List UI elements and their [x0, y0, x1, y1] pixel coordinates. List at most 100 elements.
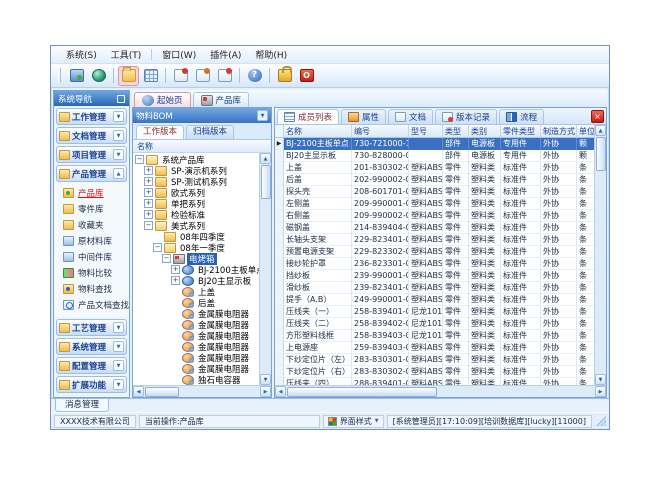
table-row[interactable]: 下纱定位片（右）283-830302-00E塑料ABS零件塑料类标准件外协条: [275, 366, 594, 378]
column-header[interactable]: 型号: [409, 125, 443, 138]
table-row[interactable]: 压线夹（四）288-839401-00E塑料ABS零件塑料类标准件外协条: [275, 378, 594, 385]
menu-item-tools[interactable]: 工具(T): [104, 47, 149, 62]
tree-node[interactable]: 独石电容器: [133, 374, 259, 385]
scroll-down-icon[interactable]: ▼: [595, 374, 606, 385]
tree-node[interactable]: 08年四季度: [133, 231, 259, 242]
nav-section-project[interactable]: 项目管理▼: [56, 146, 127, 163]
expand-toggle-icon[interactable]: +: [171, 265, 180, 274]
table-horizontal-scrollbar[interactable]: ◀ ▶: [275, 385, 606, 397]
table-row[interactable]: 右侧盖209-990002-01E塑料ABS零件塑料类标准件外协条: [275, 210, 594, 222]
collapse-toggle-icon[interactable]: −: [153, 243, 162, 252]
nav-section-process[interactable]: 工艺管理▼: [56, 319, 127, 336]
nav-item-material-search[interactable]: 物料查找: [54, 281, 129, 297]
client-monitor-button[interactable]: [67, 67, 86, 85]
table-row[interactable]: 下纱定位片（左）283-830301-00E塑料ABS零件塑料类标准件外协条: [275, 354, 594, 366]
table-row[interactable]: 挡纱板239-990001-01E塑料ABS零件塑料类标准件外协条: [275, 270, 594, 282]
table-row[interactable]: 方形塑料线框258-839403-00E尼龙1010零件塑料类标准件外协条: [275, 330, 594, 342]
globe-button[interactable]: [89, 67, 108, 85]
chevron-down-icon[interactable]: ▼: [113, 341, 124, 352]
table-vertical-scrollbar[interactable]: ▲ ▼: [594, 125, 606, 385]
tree-node[interactable]: −系统产品库: [133, 154, 259, 165]
table-row[interactable]: 压线夹（二）258-839402-00E尼龙1010零件塑料类标准件外协条: [275, 318, 594, 330]
expand-toggle-icon[interactable]: +: [144, 166, 153, 175]
toolbar-grip[interactable]: [58, 68, 61, 83]
scroll-up-icon[interactable]: ▲: [260, 153, 271, 164]
scroll-right-icon[interactable]: ▶: [595, 386, 606, 397]
report-delete-button[interactable]: [215, 67, 234, 85]
table-row[interactable]: 上盖201-830302-00E塑料ABS零件塑料类标准件外协条: [275, 162, 594, 174]
help-button[interactable]: ?: [245, 67, 264, 85]
report-new-button[interactable]: [171, 67, 190, 85]
column-header[interactable]: 名称: [284, 125, 352, 138]
tree-node[interactable]: 上盖: [133, 286, 259, 297]
table-row[interactable]: 上电源座259-839403-00E塑料ABS零件塑料类标准件外协条: [275, 342, 594, 354]
column-header[interactable]: 制造方式: [541, 125, 577, 138]
chevron-down-icon[interactable]: ▼: [113, 130, 124, 141]
table-vscroll-thumb[interactable]: [596, 137, 606, 171]
scroll-right-icon[interactable]: ▶: [260, 386, 271, 397]
exit-button[interactable]: O: [297, 67, 316, 85]
report-edit-button[interactable]: [193, 67, 212, 85]
bom-panel-menu-button[interactable]: ▼: [257, 110, 268, 121]
nav-section-document[interactable]: 文档管理▼: [56, 127, 127, 144]
lock-button[interactable]: [275, 67, 294, 85]
tab-version-record[interactable]: 版本记录: [435, 109, 497, 124]
tree-node[interactable]: +单把系列: [133, 198, 259, 209]
doc-tab-start-page[interactable]: 起始页: [134, 92, 191, 107]
expand-toggle-icon[interactable]: +: [171, 276, 180, 285]
expand-toggle-icon[interactable]: +: [144, 177, 153, 186]
collapse-toggle-icon[interactable]: −: [162, 254, 171, 263]
nav-section-product[interactable]: 产品管理▲: [56, 165, 127, 182]
tree-node[interactable]: −08年一季度: [133, 242, 259, 253]
table-row[interactable]: 长轴头支架229-823401-00E塑料ABS零件塑料类标准件外协条: [275, 234, 594, 246]
menu-item-window[interactable]: 窗口(W): [155, 47, 203, 62]
tree-hscroll-thumb[interactable]: [145, 387, 179, 397]
tree-node[interactable]: −电烤箱: [133, 253, 259, 264]
tree-node[interactable]: +SP-测试机系列: [133, 176, 259, 187]
table-row[interactable]: ▶BJ-2100主板单点730-721000-12E部件电源板专用件外协颗: [275, 138, 594, 150]
tree-node[interactable]: 金属膜电阻器: [133, 341, 259, 352]
tab-workflow[interactable]: 流程: [499, 109, 544, 124]
doc-tab-product-library[interactable]: 产品库: [193, 92, 250, 107]
tree-node[interactable]: −美式系列: [133, 220, 259, 231]
chevron-down-icon[interactable]: ▼: [113, 360, 124, 371]
table-row[interactable]: 磁钢盖214-839404-01E塑料ABS零件塑料类标准件外协条: [275, 222, 594, 234]
menu-item-help[interactable]: 帮助(H): [248, 47, 294, 62]
tree-horizontal-scrollbar[interactable]: ◀ ▶: [133, 385, 271, 397]
bom-tab[interactable]: 工作版本: [136, 125, 184, 139]
nav-section-config[interactable]: 配置管理▼: [56, 357, 127, 374]
scroll-up-icon[interactable]: ▲: [595, 125, 606, 136]
nav-item-part-library[interactable]: 零件库: [54, 201, 129, 217]
expand-toggle-icon[interactable]: +: [144, 188, 153, 197]
pin-icon[interactable]: [117, 95, 125, 103]
scroll-down-icon[interactable]: ▼: [260, 374, 271, 385]
menu-item-plugin[interactable]: 插件(A): [203, 47, 248, 62]
column-header[interactable]: 类别: [469, 125, 501, 138]
tree-node[interactable]: 金属膜电阻器: [133, 330, 259, 341]
table-row[interactable]: 后盖202-990002-01E塑料ABS零件塑料类标准件外协条: [275, 174, 594, 186]
tree-column-header[interactable]: 名称: [133, 140, 271, 153]
tab-documents[interactable]: 文档: [388, 109, 433, 124]
tree-node[interactable]: +BJ-2100主板单点: [133, 264, 259, 275]
nav-section-extension[interactable]: 扩展功能▼: [56, 376, 127, 393]
table-row[interactable]: 滑纱板239-823401-00E塑料ABS零件塑料类标准件外协条: [275, 282, 594, 294]
collapse-toggle-icon[interactable]: −: [144, 221, 153, 230]
message-manager-tab[interactable]: 消息管理: [55, 399, 109, 412]
table-row[interactable]: 提手（A.B）249-990001-01E塑料ABS零件塑料类标准件外协条: [275, 294, 594, 306]
tree-vscroll-thumb[interactable]: [261, 165, 271, 199]
expand-toggle-icon[interactable]: +: [144, 210, 153, 219]
close-icon[interactable]: ×: [591, 110, 604, 123]
table-row[interactable]: 探头壳208-601701-01E塑料ABS零件塑料类标准件外协条: [275, 186, 594, 198]
nav-item-product-library[interactable]: 产品库: [54, 185, 129, 201]
column-header[interactable]: 类型: [443, 125, 469, 138]
nav-item-intermediate-library[interactable]: 中间件库: [54, 249, 129, 265]
table-row[interactable]: 压线夹（一）258-839401-00E尼龙1010零件塑料类标准件外协条: [275, 306, 594, 318]
table-row[interactable]: BJ20主显示板730-828000-04E部件电源板专用件外协颗: [275, 150, 594, 162]
table-row[interactable]: 预置电源支架229-823302-00E塑料ABS零件塑料类标准件外协条: [275, 246, 594, 258]
folder-button[interactable]: [119, 67, 138, 85]
chevron-down-icon[interactable]: ▼: [113, 149, 124, 160]
chevron-up-icon[interactable]: ▲: [113, 168, 124, 179]
chevron-down-icon[interactable]: ▼: [113, 111, 124, 122]
column-header[interactable]: 零件类型: [501, 125, 541, 138]
tree-vertical-scrollbar[interactable]: ▲ ▼: [259, 153, 271, 385]
